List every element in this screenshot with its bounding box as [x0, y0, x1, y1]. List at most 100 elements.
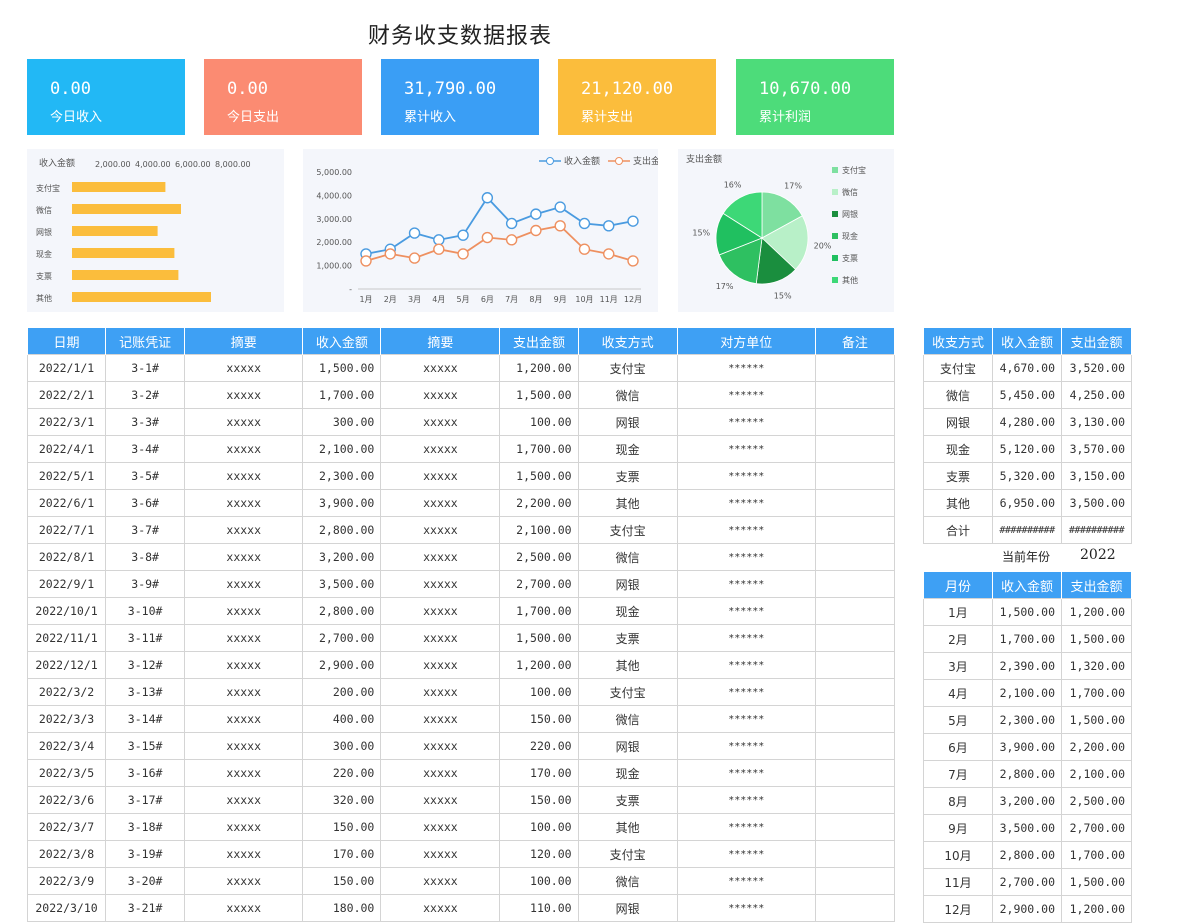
ledger-cell[interactable]: xxxxx [184, 597, 304, 625]
ledger-row[interactable]: 2022/2/1 3-2# xxxxx 1,700.00 xxxxx 1,500.00 微信… [26, 381, 896, 409]
ledger-cell[interactable] [814, 381, 896, 409]
ledger-cell[interactable]: 2022/11/1 [26, 624, 107, 652]
ledger-cell[interactable]: ****** [676, 516, 816, 544]
month-row[interactable]: 3月 2,390.00 1,320.00 [923, 652, 1132, 680]
method-cell[interactable]: ########## [992, 516, 1062, 544]
bar-2[interactable] [72, 226, 158, 236]
ledger-cell[interactable]: 2022/12/1 [26, 651, 107, 679]
ledger-cell[interactable]: 2022/3/1 [26, 408, 107, 436]
ledger-cell[interactable] [814, 543, 896, 571]
ledger-cell[interactable]: ****** [676, 597, 816, 625]
ledger-cell[interactable]: 2022/3/2 [26, 678, 107, 706]
ledger-cell[interactable]: 3-13# [105, 678, 186, 706]
ledger-cell[interactable]: xxxxx [184, 705, 304, 733]
ledger-cell[interactable] [814, 705, 896, 733]
month-row[interactable]: 12月 2,900.00 1,200.00 [923, 895, 1132, 923]
method-cell[interactable]: 微信 [923, 381, 993, 409]
ledger-cell[interactable]: 3,200.00 [302, 543, 382, 571]
ledger-cell[interactable] [814, 759, 896, 787]
month-row[interactable]: 10月 2,800.00 1,700.00 [923, 841, 1132, 869]
ledger-cell[interactable]: xxxxx [184, 435, 304, 463]
month-cell[interactable]: 7月 [923, 760, 993, 788]
ledger-cell[interactable] [814, 435, 896, 463]
month-cell[interactable]: 1,500.00 [1061, 625, 1132, 653]
month-cell[interactable]: 2,500.00 [1061, 787, 1132, 815]
month-cell[interactable]: 2,700.00 [992, 868, 1062, 896]
ledger-cell[interactable]: xxxxx [380, 867, 501, 895]
month-cell[interactable]: 1,500.00 [1061, 706, 1132, 734]
ledger-cell[interactable]: xxxxx [380, 705, 501, 733]
ledger-cell[interactable]: xxxxx [184, 489, 304, 517]
ledger-cell[interactable]: xxxxx [184, 678, 304, 706]
ledger-cell[interactable]: 3-17# [105, 786, 186, 814]
ledger-cell[interactable]: xxxxx [380, 678, 501, 706]
ledger-cell[interactable]: 支付宝 [577, 516, 678, 544]
method-cell[interactable]: 3,520.00 [1061, 354, 1132, 382]
month-cell[interactable]: 11月 [923, 868, 993, 896]
method-cell[interactable]: 4,250.00 [1061, 381, 1132, 409]
ledger-cell[interactable]: 1,200.00 [499, 354, 579, 382]
ledger-cell[interactable]: 2022/3/9 [26, 867, 107, 895]
expense-pie-chart[interactable]: 支出金额 17% 20% 15% 17% 15% 16% 支付宝 微信 网银 现金 支票 其他 [678, 149, 894, 312]
ledger-cell[interactable]: 2022/3/10 [26, 894, 107, 922]
month-cell[interactable]: 1,320.00 [1061, 652, 1132, 680]
ledger-cell[interactable]: xxxxx [380, 813, 501, 841]
ledger-row[interactable]: 2022/12/1 3-12# xxxxx 2,900.00 xxxxx 1,200.00… [26, 651, 896, 679]
method-row[interactable]: 合计 ########## ########## [923, 516, 1132, 544]
month-cell[interactable]: 1,200.00 [1061, 598, 1132, 626]
ledger-cell[interactable]: 支付宝 [577, 840, 678, 868]
ledger-cell[interactable]: 150.00 [499, 705, 579, 733]
ledger-cell[interactable]: 支付宝 [577, 354, 678, 382]
ledger-cell[interactable]: ****** [676, 867, 816, 895]
ledger-cell[interactable] [814, 408, 896, 436]
month-cell[interactable]: 1,200.00 [1061, 895, 1132, 923]
month-cell[interactable]: 1,700.00 [992, 625, 1062, 653]
current-year-value[interactable]: 2022 [1080, 547, 1116, 563]
ledger-cell[interactable]: xxxxx [184, 840, 304, 868]
ledger-cell[interactable]: 2022/6/1 [26, 489, 107, 517]
month-cell[interactable]: 8月 [923, 787, 993, 815]
ledger-cell[interactable]: 2022/4/1 [26, 435, 107, 463]
ledger-cell[interactable]: ****** [676, 489, 816, 517]
month-cell[interactable]: 2,800.00 [992, 760, 1062, 788]
method-cell[interactable]: 3,150.00 [1061, 462, 1132, 490]
ledger-cell[interactable]: ****** [676, 732, 816, 760]
ledger-cell[interactable] [814, 354, 896, 382]
ledger-cell[interactable]: xxxxx [380, 651, 501, 679]
method-cell[interactable]: 6,950.00 [992, 489, 1062, 517]
ledger-cell[interactable]: 其他 [577, 651, 678, 679]
ledger-cell[interactable]: ****** [676, 570, 816, 598]
month-cell[interactable]: 4月 [923, 679, 993, 707]
data-point[interactable] [505, 217, 518, 230]
month-cell[interactable]: 2,100.00 [1061, 760, 1132, 788]
month-row[interactable]: 11月 2,700.00 1,500.00 [923, 868, 1132, 896]
month-cell[interactable]: 2,200.00 [1061, 733, 1132, 761]
ledger-cell[interactable]: 1,500.00 [499, 381, 579, 409]
ledger-cell[interactable]: 3-20# [105, 867, 186, 895]
ledger-cell[interactable]: 3-3# [105, 408, 186, 436]
ledger-cell[interactable]: 网银 [577, 570, 678, 598]
ledger-cell[interactable]: 2022/3/5 [26, 759, 107, 787]
ledger-cell[interactable]: ****** [676, 354, 816, 382]
ledger-cell[interactable]: 300.00 [302, 408, 382, 436]
ledger-cell[interactable]: xxxxx [380, 624, 501, 652]
ledger-cell[interactable]: xxxxx [380, 786, 501, 814]
ledger-cell[interactable]: xxxxx [380, 408, 501, 436]
ledger-cell[interactable]: 现金 [577, 435, 678, 463]
month-cell[interactable]: 2月 [923, 625, 993, 653]
data-point[interactable] [457, 229, 469, 241]
ledger-cell[interactable]: ****** [676, 840, 816, 868]
ledger-cell[interactable]: 1,500.00 [302, 354, 382, 382]
ledger-row[interactable]: 2022/3/7 3-18# xxxxx 150.00 xxxxx 100.00 其他 ***… [26, 813, 896, 841]
bar-5[interactable] [72, 292, 211, 302]
ledger-row[interactable]: 2022/8/1 3-8# xxxxx 3,200.00 xxxxx 2,500.00 微信… [26, 543, 896, 571]
ledger-cell[interactable]: 2,800.00 [302, 597, 382, 625]
ledger-cell[interactable]: 2022/1/1 [26, 354, 107, 382]
ledger-cell[interactable]: ****** [676, 462, 816, 490]
data-point[interactable] [627, 215, 639, 227]
ledger-cell[interactable]: ****** [676, 813, 816, 841]
ledger-cell[interactable]: 网银 [577, 732, 678, 760]
ledger-cell[interactable] [814, 813, 896, 841]
method-row[interactable]: 现金 5,120.00 3,570.00 [923, 435, 1132, 463]
ledger-cell[interactable]: 其他 [577, 489, 678, 517]
